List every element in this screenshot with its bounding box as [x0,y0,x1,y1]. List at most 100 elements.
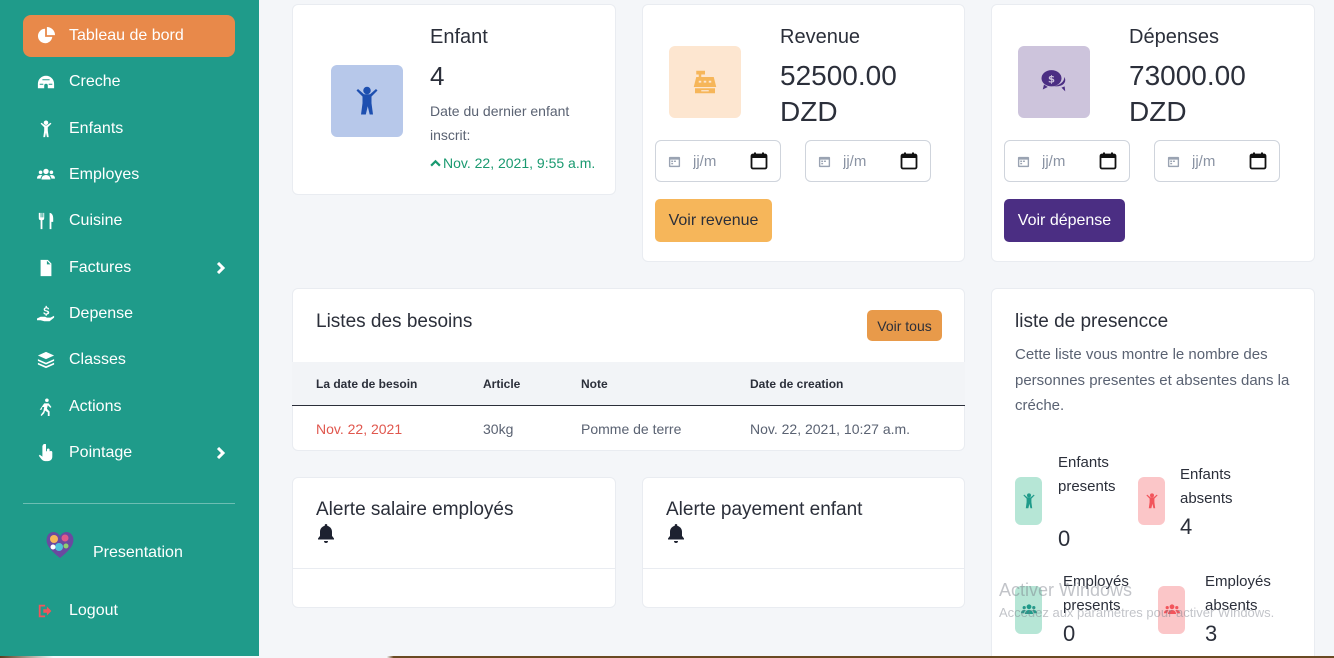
hand-pointer-icon [23,444,69,462]
besoins-table-header: La date de besoin Article Note Date de c… [292,362,965,406]
enfants-absents-label: Enfants absents [1180,466,1233,507]
child-icon [23,120,69,138]
col-date-besoin: La date de besoin [316,376,418,391]
sidebar-item-creche[interactable]: Creche [23,61,235,103]
presence-title: liste de presencce [1015,311,1169,332]
depense-date-from[interactable]: jj/m [1004,140,1130,182]
calendar-icon[interactable] [1249,152,1267,170]
presence-desc: Cette liste vous montre le nombre des pe… [1015,346,1290,414]
bell-icon [668,524,684,543]
enfants-absents-count: 4 [1180,514,1193,539]
utensils-icon [23,212,69,230]
calendar-small-icon [668,156,681,167]
sidebar-item-label: Enfants [69,120,124,137]
sidebar-item-pointage[interactable]: Pointage [23,432,235,474]
comments-dollar-icon: $ [1018,46,1090,118]
col-note: Note [581,376,608,391]
sidebar-item-cuisine[interactable]: Cuisine [23,200,235,242]
sidebar-item-label: Creche [69,73,121,90]
depenses-value: 73000.00 DZD [1129,60,1246,127]
col-article: Article [483,376,521,391]
date-placeholder: jj/m [843,152,867,170]
besoins-title: Listes des besoins [316,311,473,332]
sidebar: Tableau de bord Creche Enfants Employes … [0,0,259,658]
last-date-row: Nov. 22, 2021, 9:55 a.m. [430,155,595,171]
sidebar-item-label: Classes [69,351,126,368]
voir-revenue-button[interactable]: Voir revenue [655,199,772,242]
users-icon [23,166,69,184]
besoin-article: 30kg [483,421,514,437]
child-present-icon [1015,477,1042,525]
revenue-date-from[interactable]: jj/m [655,140,781,182]
date-placeholder: jj/m [1192,152,1216,170]
chevron-right-icon[interactable] [205,262,235,274]
cash-register-icon [669,46,741,118]
calendar-icon[interactable] [1099,152,1117,170]
pie-chart-icon [23,27,69,45]
employes-absents-label: Employés absents [1205,573,1271,614]
employes-presents-label: Employés presents [1063,573,1129,614]
last-enfant-date: Nov. 22, 2021, 9:55 a.m. [443,155,596,171]
voir-tous-button[interactable]: Voir tous [867,310,942,341]
chevron-up-icon [430,159,441,166]
presentation-logo-icon [46,531,74,558]
employes-presents-count: 0 [1063,621,1076,646]
hand-holding-dollar-icon [23,305,69,323]
revenue-value: 52500.00 DZD [780,60,897,127]
sidebar-item-classes[interactable]: Classes [23,339,235,381]
calendar-small-icon [1167,156,1180,167]
sidebar-item-label: Employes [69,166,140,183]
col-date-creation: Date de creation [750,376,844,391]
logout-label: Logout [69,602,118,619]
sidebar-item-label: Pointage [69,444,133,461]
logout-button[interactable]: Logout [23,590,235,632]
presentation-link[interactable]: Presentation [44,528,183,561]
card-separator [643,568,964,569]
calendar-icon[interactable] [750,152,768,170]
besoin-date: Nov. 22, 2021 [316,421,403,437]
sidebar-item-actions[interactable]: Actions [23,386,235,428]
depense-date-to[interactable]: jj/m [1154,140,1280,182]
child-icon [331,65,403,137]
sidebar-item-label: Actions [69,398,122,415]
person-running-icon [23,398,69,416]
depenses-card: $ Dépenses 73000.00 DZD jj/m jj/m Voir d… [991,4,1315,262]
employes-present-icon [1015,586,1042,634]
date-placeholder: jj/m [1042,152,1066,170]
igloo-icon [23,73,69,91]
sidebar-item-enfants[interactable]: Enfants [23,108,235,150]
layers-icon [23,351,69,369]
table-row[interactable]: Nov. 22, 2021 30kg Pomme de terre Nov. 2… [292,407,965,451]
enfant-card: Enfant 4 Date du dernier enfant inscrit:… [292,4,616,195]
sidebar-item-label: Depense [69,305,134,322]
calendar-icon[interactable] [900,152,918,170]
chevron-right-icon[interactable] [205,447,235,459]
invoice-icon [23,259,69,277]
sidebar-item-employes[interactable]: Employes [23,154,235,196]
sidebar-item-factures[interactable]: Factures [23,247,235,289]
calendar-small-icon [818,156,831,167]
employes-absent-icon [1158,586,1185,634]
alerte-salaire-card: Alerte salaire employés [292,477,616,608]
besoin-note: Pomme de terre [581,421,682,437]
presentation-label: Presentation [93,544,183,561]
sidebar-item-tableau-de-bord[interactable]: Tableau de bord [23,15,235,57]
enfant-desc: Date du dernier enfant inscrit: [430,103,570,143]
employes-absents-count: 3 [1205,621,1218,646]
besoin-created: Nov. 22, 2021, 10:27 a.m. [750,421,911,437]
voir-depense-button[interactable]: Voir dépense [1004,199,1125,242]
revenue-date-to[interactable]: jj/m [805,140,931,182]
enfants-presents-count: 0 [1058,526,1071,551]
revenue-title: Revenue [780,26,861,48]
bell-icon [318,524,334,543]
depenses-title: Dépenses [1129,26,1220,48]
sidebar-item-label: Factures [69,259,132,276]
revenue-card: Revenue 52500.00 DZD jj/m jj/m Voir reve… [642,4,965,262]
enfants-presents-label: Enfants presents [1058,454,1116,495]
enfant-title: Enfant [430,26,488,48]
alerte-payement-title: Alerte payement enfant [666,499,863,520]
sidebar-item-label: Cuisine [69,212,123,229]
sidebar-item-label: Tableau de bord [69,27,184,44]
alerte-payement-card: Alerte payement enfant [642,477,965,608]
sidebar-item-depense[interactable]: Depense [23,293,235,335]
